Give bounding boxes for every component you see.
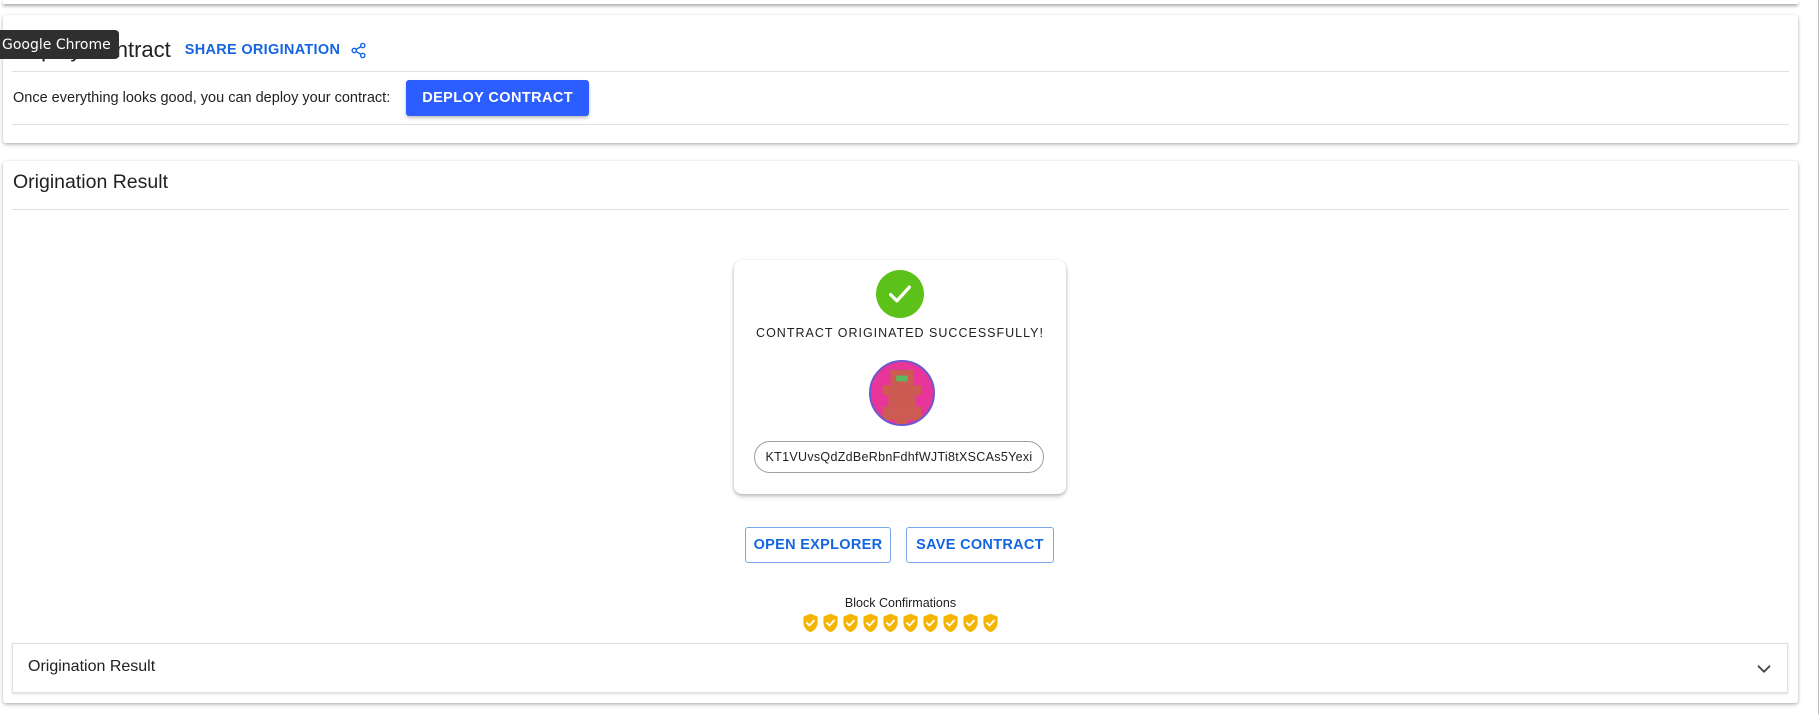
chevron-down-icon [1757,665,1771,673]
previous-card-edge [3,0,1798,4]
verified-shield-icon [802,613,819,633]
save-contract-button[interactable]: SAVE CONTRACT [906,527,1054,563]
contract-identicon-avatar [869,360,935,426]
verified-shield-icon [922,613,939,633]
verified-shield-icon [982,613,999,633]
share-origination-label: SHARE ORIGINATION [184,42,341,58]
share-origination-link[interactable]: SHARE ORIGINATION [185,42,367,59]
checkmark-icon [889,285,911,303]
divider [12,71,1789,72]
identicon-icon [871,362,933,424]
verified-shield-icon [902,613,919,633]
browser-tooltip: Google Chrome [0,30,119,59]
verified-shield-icon [842,613,859,633]
deploy-contract-card: Deploy Contract SHARE ORIGINATION Once e… [3,15,1798,143]
origination-result-accordion[interactable]: Origination Result [12,643,1788,693]
origination-result-card: Origination Result CONTRACT ORIGINATED S… [3,161,1798,703]
verified-shield-icon [942,613,959,633]
check-circle-icon [876,270,924,318]
divider [12,124,1789,125]
open-explorer-button[interactable]: OPEN EXPLORER [745,527,891,563]
verified-shield-icon [962,613,979,633]
verified-shield-icon [882,613,899,633]
deploy-instruction: Once everything looks good, you can depl… [13,90,391,106]
block-confirmations-row [802,613,999,633]
verified-shield-icon [822,613,839,633]
origination-result-title: Origination Result [13,171,168,193]
success-message: CONTRACT ORIGINATED SUCCESSFULLY! [756,326,1044,340]
share-icon [351,42,366,58]
deploy-contract-button[interactable]: DEPLOY CONTRACT [406,80,589,116]
accordion-title: Origination Result [28,658,156,675]
success-panel: CONTRACT ORIGINATED SUCCESSFULLY! KT1VUv… [734,260,1066,494]
divider [12,209,1789,210]
block-confirmations-label: Block Confirmations [844,596,957,610]
verified-shield-icon [862,613,879,633]
deploy-row: Once everything looks good, you can depl… [13,80,589,116]
contract-address-chip[interactable]: KT1VUvsQdZdBeRbnFdhfWJTi8tXSCAs5Yexi [754,441,1044,473]
